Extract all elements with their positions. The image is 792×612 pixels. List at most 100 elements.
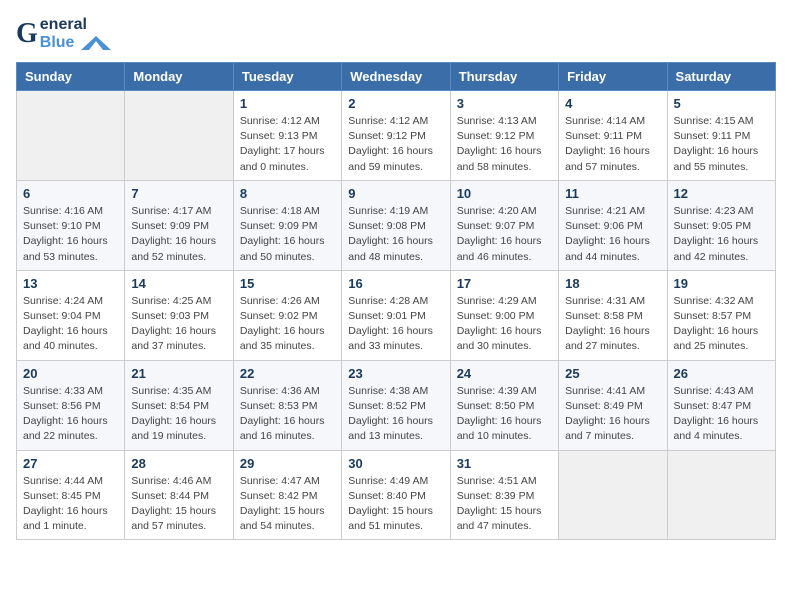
weekday-header-wednesday: Wednesday [342,63,450,91]
day-info: Sunrise: 4:17 AM Sunset: 9:09 PM Dayligh… [131,204,226,265]
day-number: 1 [240,96,335,111]
calendar-week-3: 13 Sunrise: 4:24 AM Sunset: 9:04 PM Dayli… [17,270,776,360]
logo: G eneral Blue [16,16,111,52]
calendar-cell: 21 Sunrise: 4:35 AM Sunset: 8:54 PM Dayli… [125,360,233,450]
day-info: Sunrise: 4:18 AM Sunset: 9:09 PM Dayligh… [240,204,335,265]
logo-eneral: eneral [40,16,111,34]
day-number: 14 [131,276,226,291]
calendar-week-4: 20 Sunrise: 4:33 AM Sunset: 8:56 PM Dayli… [17,360,776,450]
calendar-cell: 17 Sunrise: 4:29 AM Sunset: 9:00 PM Dayli… [450,270,558,360]
day-info: Sunrise: 4:21 AM Sunset: 9:06 PM Dayligh… [565,204,660,265]
calendar-cell: 5Sunrise: 4:15 AM Sunset: 9:11 PM Daylig… [667,91,775,181]
calendar-cell: 19 Sunrise: 4:32 AM Sunset: 8:57 PM Dayli… [667,270,775,360]
calendar-header-row: SundayMondayTuesdayWednesdayThursdayFrid… [17,63,776,91]
calendar-table: SundayMondayTuesdayWednesdayThursdayFrid… [16,62,776,540]
calendar-cell: 27 Sunrise: 4:44 AM Sunset: 8:45 PM Dayli… [17,450,125,540]
day-info: Sunrise: 4:44 AM Sunset: 8:45 PM Dayligh… [23,474,118,535]
day-number: 30 [348,456,443,471]
calendar-cell: 30 Sunrise: 4:49 AM Sunset: 8:40 PM Dayli… [342,450,450,540]
logo-g: G [16,18,38,50]
calendar-cell [667,450,775,540]
calendar-cell: 31 Sunrise: 4:51 AM Sunset: 8:39 PM Dayli… [450,450,558,540]
calendar-cell: 13 Sunrise: 4:24 AM Sunset: 9:04 PM Dayli… [17,270,125,360]
day-number: 29 [240,456,335,471]
calendar-cell: 25Sunrise: 4:41 AM Sunset: 8:49 PM Dayli… [559,360,667,450]
day-info: Sunrise: 4:19 AM Sunset: 9:08 PM Dayligh… [348,204,443,265]
calendar-cell: 16 Sunrise: 4:28 AM Sunset: 9:01 PM Dayli… [342,270,450,360]
day-info: Sunrise: 4:24 AM Sunset: 9:04 PM Dayligh… [23,294,118,355]
calendar-cell: 23 Sunrise: 4:38 AM Sunset: 8:52 PM Dayli… [342,360,450,450]
day-number: 17 [457,276,552,291]
calendar-cell: 2Sunrise: 4:12 AM Sunset: 9:12 PM Daylig… [342,91,450,181]
day-info: Sunrise: 4:35 AM Sunset: 8:54 PM Dayligh… [131,384,226,445]
calendar-cell: 4 Sunrise: 4:14 AM Sunset: 9:11 PM Daylig… [559,91,667,181]
calendar-cell: 14Sunrise: 4:25 AM Sunset: 9:03 PM Dayli… [125,270,233,360]
weekday-header-sunday: Sunday [17,63,125,91]
day-number: 26 [674,366,769,381]
calendar-cell: 9 Sunrise: 4:19 AM Sunset: 9:08 PM Daylig… [342,180,450,270]
day-number: 22 [240,366,335,381]
day-info: Sunrise: 4:38 AM Sunset: 8:52 PM Dayligh… [348,384,443,445]
day-number: 13 [23,276,118,291]
calendar-cell: 11Sunrise: 4:21 AM Sunset: 9:06 PM Dayli… [559,180,667,270]
day-info: Sunrise: 4:47 AM Sunset: 8:42 PM Dayligh… [240,474,335,535]
day-number: 7 [131,186,226,201]
calendar-cell: 22Sunrise: 4:36 AM Sunset: 8:53 PM Dayli… [233,360,341,450]
weekday-header-thursday: Thursday [450,63,558,91]
day-number: 23 [348,366,443,381]
day-number: 25 [565,366,660,381]
calendar-cell: 10 Sunrise: 4:20 AM Sunset: 9:07 PM Dayli… [450,180,558,270]
calendar-cell: 12Sunrise: 4:23 AM Sunset: 9:05 PM Dayli… [667,180,775,270]
calendar-cell [125,91,233,181]
day-number: 9 [348,186,443,201]
calendar-cell: 28Sunrise: 4:46 AM Sunset: 8:44 PM Dayli… [125,450,233,540]
day-info: Sunrise: 4:20 AM Sunset: 9:07 PM Dayligh… [457,204,552,265]
calendar-body: 1 Sunrise: 4:12 AM Sunset: 9:13 PM Daylig… [17,91,776,540]
calendar-cell: 1 Sunrise: 4:12 AM Sunset: 9:13 PM Daylig… [233,91,341,181]
calendar-cell: 26Sunrise: 4:43 AM Sunset: 8:47 PM Dayli… [667,360,775,450]
day-info: Sunrise: 4:46 AM Sunset: 8:44 PM Dayligh… [131,474,226,535]
calendar-cell: 24Sunrise: 4:39 AM Sunset: 8:50 PM Dayli… [450,360,558,450]
day-info: Sunrise: 4:12 AM Sunset: 9:13 PM Dayligh… [240,114,335,175]
day-number: 21 [131,366,226,381]
day-number: 31 [457,456,552,471]
day-info: Sunrise: 4:26 AM Sunset: 9:02 PM Dayligh… [240,294,335,355]
weekday-header-friday: Friday [559,63,667,91]
day-number: 20 [23,366,118,381]
day-info: Sunrise: 4:32 AM Sunset: 8:57 PM Dayligh… [674,294,769,355]
calendar-cell [559,450,667,540]
logo-blue-text: Blue [40,34,111,52]
day-info: Sunrise: 4:29 AM Sunset: 9:00 PM Dayligh… [457,294,552,355]
day-info: Sunrise: 4:51 AM Sunset: 8:39 PM Dayligh… [457,474,552,535]
day-info: Sunrise: 4:28 AM Sunset: 9:01 PM Dayligh… [348,294,443,355]
day-number: 19 [674,276,769,291]
calendar-cell [17,91,125,181]
calendar-cell: 6 Sunrise: 4:16 AM Sunset: 9:10 PM Daylig… [17,180,125,270]
day-number: 10 [457,186,552,201]
day-info: Sunrise: 4:49 AM Sunset: 8:40 PM Dayligh… [348,474,443,535]
day-number: 6 [23,186,118,201]
page-header: G eneral Blue [16,16,776,52]
day-info: Sunrise: 4:33 AM Sunset: 8:56 PM Dayligh… [23,384,118,445]
logo-arrow-icon [81,36,111,50]
calendar-week-5: 27 Sunrise: 4:44 AM Sunset: 8:45 PM Dayli… [17,450,776,540]
day-number: 2 [348,96,443,111]
day-number: 3 [457,96,552,111]
calendar-cell: 20 Sunrise: 4:33 AM Sunset: 8:56 PM Dayli… [17,360,125,450]
day-info: Sunrise: 4:16 AM Sunset: 9:10 PM Dayligh… [23,204,118,265]
day-info: Sunrise: 4:14 AM Sunset: 9:11 PM Dayligh… [565,114,660,175]
calendar-cell: 18 Sunrise: 4:31 AM Sunset: 8:58 PM Dayli… [559,270,667,360]
calendar-cell: 29 Sunrise: 4:47 AM Sunset: 8:42 PM Dayli… [233,450,341,540]
day-number: 27 [23,456,118,471]
calendar-cell: 8Sunrise: 4:18 AM Sunset: 9:09 PM Daylig… [233,180,341,270]
calendar-week-1: 1 Sunrise: 4:12 AM Sunset: 9:13 PM Daylig… [17,91,776,181]
calendar-cell: 3Sunrise: 4:13 AM Sunset: 9:12 PM Daylig… [450,91,558,181]
day-info: Sunrise: 4:31 AM Sunset: 8:58 PM Dayligh… [565,294,660,355]
calendar-cell: 7 Sunrise: 4:17 AM Sunset: 9:09 PM Daylig… [125,180,233,270]
weekday-header-saturday: Saturday [667,63,775,91]
day-number: 16 [348,276,443,291]
day-number: 18 [565,276,660,291]
day-number: 4 [565,96,660,111]
day-number: 24 [457,366,552,381]
day-number: 12 [674,186,769,201]
